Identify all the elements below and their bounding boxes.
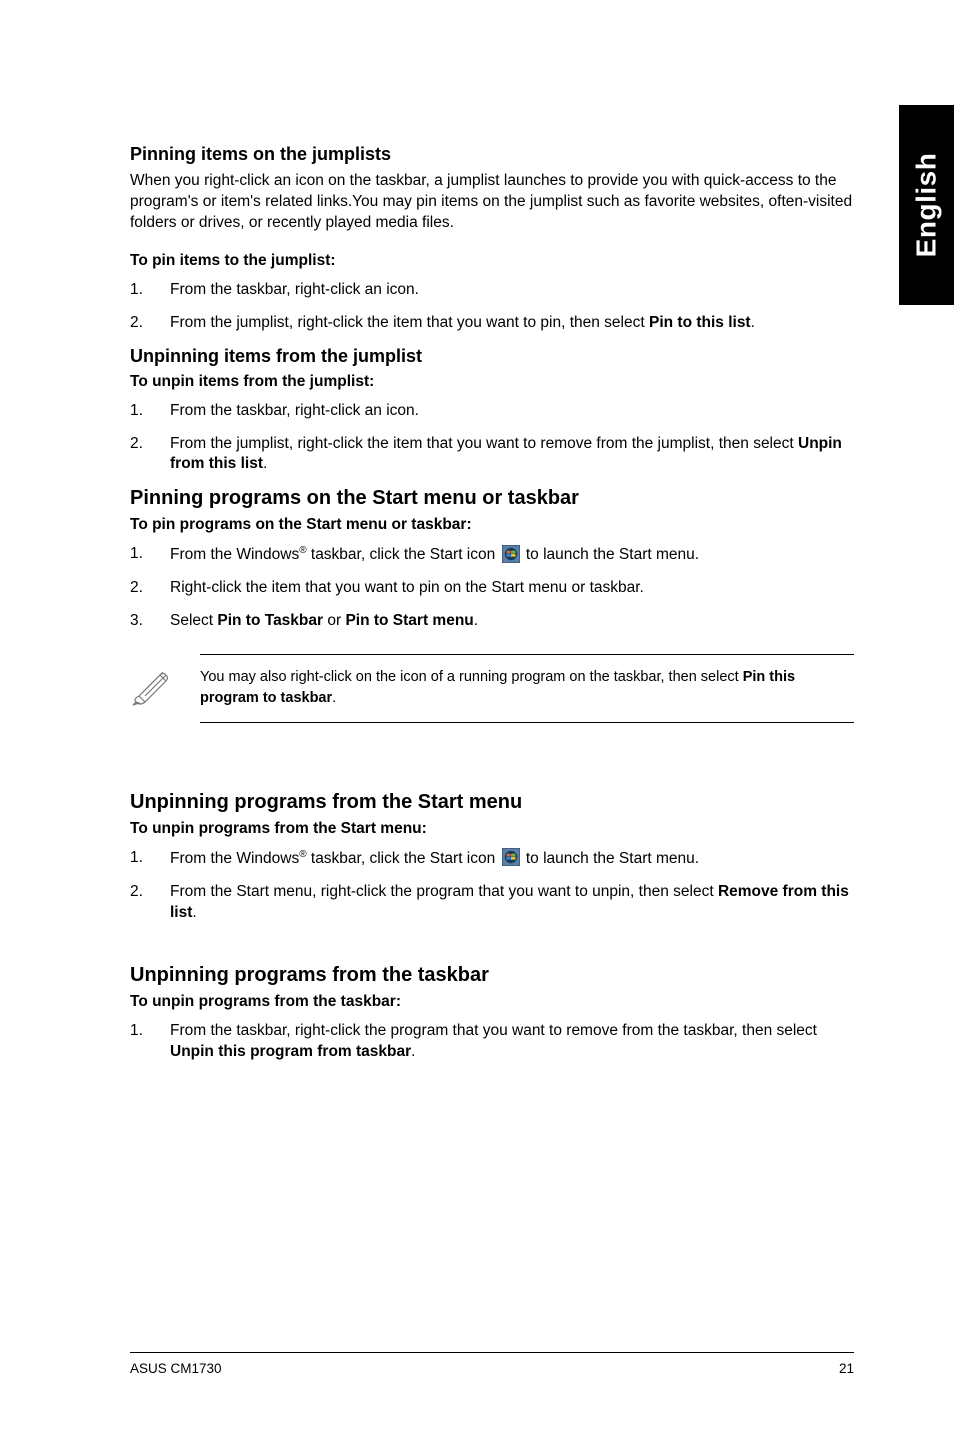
page: English Pinning items on the jumplists W… bbox=[0, 0, 954, 1438]
list-text: From the jumplist, right-click the item … bbox=[170, 434, 854, 476]
list-item: 1. From the taskbar, right-click an icon… bbox=[130, 401, 854, 422]
list-number: 1. bbox=[130, 1021, 170, 1063]
list-number: 2. bbox=[130, 882, 170, 924]
heading-unpinning-start: Unpinning programs from the Start menu bbox=[130, 791, 854, 814]
list-text: From the taskbar, right-click an icon. bbox=[170, 280, 854, 301]
list-text: Select Pin to Taskbar or Pin to Start me… bbox=[170, 611, 854, 632]
subheading: To pin programs on the Start menu or tas… bbox=[130, 516, 854, 534]
subheading: To unpin programs from the taskbar: bbox=[130, 993, 854, 1011]
list-number: 1. bbox=[130, 280, 170, 301]
list-number: 2. bbox=[130, 313, 170, 334]
heading-unpinning-taskbar: Unpinning programs from the taskbar bbox=[130, 964, 854, 987]
list-item: 1. From the taskbar, right-click the pro… bbox=[130, 1021, 854, 1063]
list-number: 3. bbox=[130, 611, 170, 632]
footer: ASUS CM1730 21 bbox=[130, 1352, 854, 1376]
list-item: 1. From the Windows® taskbar, click the … bbox=[130, 848, 854, 870]
list-text: From the Start menu, right-click the pro… bbox=[170, 882, 854, 924]
list-item: 1. From the Windows® taskbar, click the … bbox=[130, 544, 854, 566]
language-tab: English bbox=[899, 105, 954, 305]
footer-product: ASUS CM1730 bbox=[130, 1361, 222, 1376]
windows-start-icon bbox=[502, 848, 520, 866]
pencil-note-icon bbox=[130, 654, 200, 711]
list-text: From the taskbar, right-click an icon. bbox=[170, 401, 854, 422]
heading-pinning-jumplists: Pinning items on the jumplists bbox=[130, 144, 854, 165]
list-item: 3. Select Pin to Taskbar or Pin to Start… bbox=[130, 611, 854, 632]
list-text: Right-click the item that you want to pi… bbox=[170, 578, 854, 599]
subheading: To unpin items from the jumplist: bbox=[130, 373, 854, 391]
list-item: 2. From the jumplist, right-click the it… bbox=[130, 313, 854, 334]
footer-page-number: 21 bbox=[839, 1361, 854, 1376]
list-number: 1. bbox=[130, 848, 170, 870]
list-number: 2. bbox=[130, 434, 170, 476]
list-item: 2. From the jumplist, right-click the it… bbox=[130, 434, 854, 476]
windows-start-icon bbox=[502, 545, 520, 563]
subheading: To unpin programs from the Start menu: bbox=[130, 820, 854, 838]
paragraph: When you right-click an icon on the task… bbox=[130, 171, 854, 234]
list-item: 1. From the taskbar, right-click an icon… bbox=[130, 280, 854, 301]
list-text: From the Windows® taskbar, click the Sta… bbox=[170, 848, 854, 870]
list-text: From the jumplist, right-click the item … bbox=[170, 313, 854, 334]
list-item: 2. From the Start menu, right-click the … bbox=[130, 882, 854, 924]
list-text: From the taskbar, right-click the progra… bbox=[170, 1021, 854, 1063]
heading-unpinning-jumplist: Unpinning items from the jumplist bbox=[130, 346, 854, 367]
list-number: 2. bbox=[130, 578, 170, 599]
note-text: You may also right-click on the icon of … bbox=[200, 654, 854, 723]
list-text: From the Windows® taskbar, click the Sta… bbox=[170, 544, 854, 566]
list-number: 1. bbox=[130, 401, 170, 422]
subheading: To pin items to the jumplist: bbox=[130, 252, 854, 270]
note-box: You may also right-click on the icon of … bbox=[130, 654, 854, 723]
list-item: 2. Right-click the item that you want to… bbox=[130, 578, 854, 599]
language-tab-label: English bbox=[911, 153, 943, 258]
list-number: 1. bbox=[130, 544, 170, 566]
heading-pinning-start-taskbar: Pinning programs on the Start menu or ta… bbox=[130, 487, 854, 510]
